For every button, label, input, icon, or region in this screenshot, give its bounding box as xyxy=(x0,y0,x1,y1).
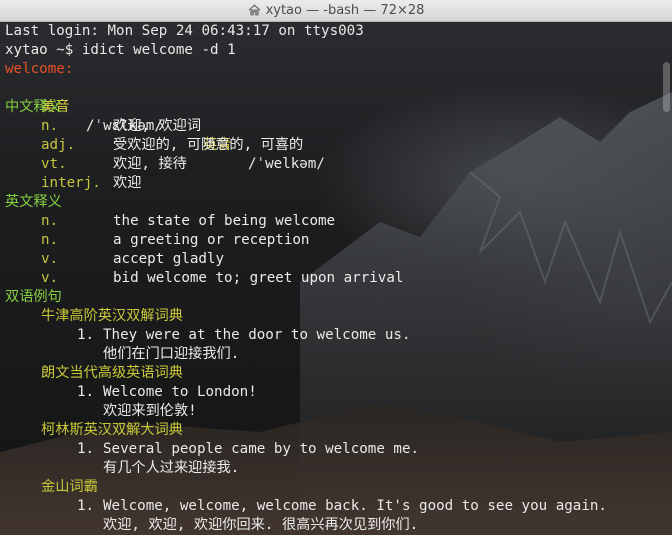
pos-label: n. xyxy=(41,232,59,248)
source-name-row: 牛津高阶英汉双解词典 xyxy=(5,307,665,326)
word-heading: welcome: xyxy=(5,61,74,77)
command-line: xytao ~$ idict welcome -d 1 xyxy=(5,42,236,58)
pronunciation-line: 美音 /ˈwɛlkəm/ 英音 /ˈwelkəm/ xyxy=(5,79,665,172)
example-number: 1. xyxy=(77,498,95,514)
example-zh-row: 有几个人过来迎接我. xyxy=(5,459,665,478)
example-en-row: 1. They were at the door to welcome us. xyxy=(5,326,665,345)
definition: accept gladly xyxy=(113,251,225,267)
title-bar[interactable]: xytao — -bash — 72×28 xyxy=(0,0,672,22)
example-zh: 他们在门口迎接我们. xyxy=(103,346,240,362)
example-zh-row: 他们在门口迎接我们. xyxy=(5,345,665,364)
pos-label: adj. xyxy=(41,137,76,153)
pos-label: interj. xyxy=(41,175,101,191)
terminal-content[interactable]: Last login: Mon Sep 24 06:43:17 on ttys0… xyxy=(0,22,672,535)
example-en: Welcome, welcome, welcome back. It's goo… xyxy=(103,498,607,514)
example-zh-row: 欢迎, 欢迎, 欢迎你回来. 很高兴再次见到你们. xyxy=(5,516,665,535)
source-name-row: 朗文当代高级英语词典 xyxy=(5,364,665,383)
last-login-line: Last login: Mon Sep 24 06:43:17 on ttys0… xyxy=(5,23,364,39)
terminal-window: xytao — -bash — 72×28 Last login: Mon Se… xyxy=(0,0,672,535)
source-name: 牛津高阶英汉双解词典 xyxy=(41,308,183,324)
pos-label: vt. xyxy=(41,156,67,172)
source-name: 朗文当代高级英语词典 xyxy=(41,365,183,381)
example-zh: 有几个人过来迎接我. xyxy=(103,460,240,476)
window-title: xytao — -bash — 72×28 xyxy=(0,0,672,22)
home-icon xyxy=(248,3,261,15)
example-zh-row: 欢迎来到伦敦! xyxy=(5,402,665,421)
pos-label: v. xyxy=(41,270,59,286)
source-name: 金山词霸 xyxy=(41,479,98,495)
definition: bid welcome to; greet upon arrival xyxy=(113,270,404,286)
example-en-row: 1. Several people came by to welcome me. xyxy=(5,440,665,459)
definition: 欢迎 xyxy=(113,175,142,191)
terminal-output: Last login: Mon Sep 24 06:43:17 on ttys0… xyxy=(5,22,665,535)
pos-label: n. xyxy=(41,118,59,134)
example-number: 1. xyxy=(77,384,95,400)
en-def-row: n. the state of being welcome xyxy=(5,212,665,231)
cn-def-row: n. 欢迎, 欢迎词 xyxy=(5,117,665,136)
definition: a greeting or reception xyxy=(113,232,310,248)
en-def-row: v. accept gladly xyxy=(5,250,665,269)
pos-label: n. xyxy=(41,213,59,229)
source-name-row: 金山词霸 xyxy=(5,478,665,497)
source-name-row: 柯林斯英汉双解大词典 xyxy=(5,421,665,440)
en-def-row: v. bid welcome to; greet upon arrival xyxy=(5,269,665,288)
cn-def-row: vt. 欢迎, 接待 xyxy=(5,155,665,174)
definition: the state of being welcome xyxy=(113,213,336,229)
example-en: They were at the door to welcome us. xyxy=(103,327,411,343)
example-en: Several people came by to welcome me. xyxy=(103,441,420,457)
window-title-text: xytao — -bash — 72×28 xyxy=(265,3,425,18)
definition: 欢迎, 欢迎词 xyxy=(113,118,202,134)
source-name: 柯林斯英汉双解大词典 xyxy=(41,422,183,438)
en-section-heading: 英文释义 xyxy=(5,194,62,210)
en-def-row: n. a greeting or reception xyxy=(5,231,665,250)
definition: 欢迎, 接待 xyxy=(113,156,187,172)
example-zh: 欢迎来到伦敦! xyxy=(103,403,197,419)
cn-section-heading: 中文释义 xyxy=(5,99,62,115)
example-number: 1. xyxy=(77,327,95,343)
examples-section-heading: 双语例句 xyxy=(5,289,62,305)
example-zh: 欢迎, 欢迎, 欢迎你回来. 很高兴再次见到你们. xyxy=(103,517,419,533)
cn-def-row: adj. 受欢迎的, 可随意的, 可喜的 xyxy=(5,136,665,155)
example-en-row: 1. Welcome to London! xyxy=(5,383,665,402)
cn-def-row: interj. 欢迎 xyxy=(5,174,665,193)
definition: 受欢迎的, 可随意的, 可喜的 xyxy=(113,137,304,153)
example-en: Welcome to London! xyxy=(103,384,257,400)
example-en-row: 1. Welcome, welcome, welcome back. It's g… xyxy=(5,497,665,516)
example-number: 1. xyxy=(77,441,95,457)
pos-label: v. xyxy=(41,251,59,267)
